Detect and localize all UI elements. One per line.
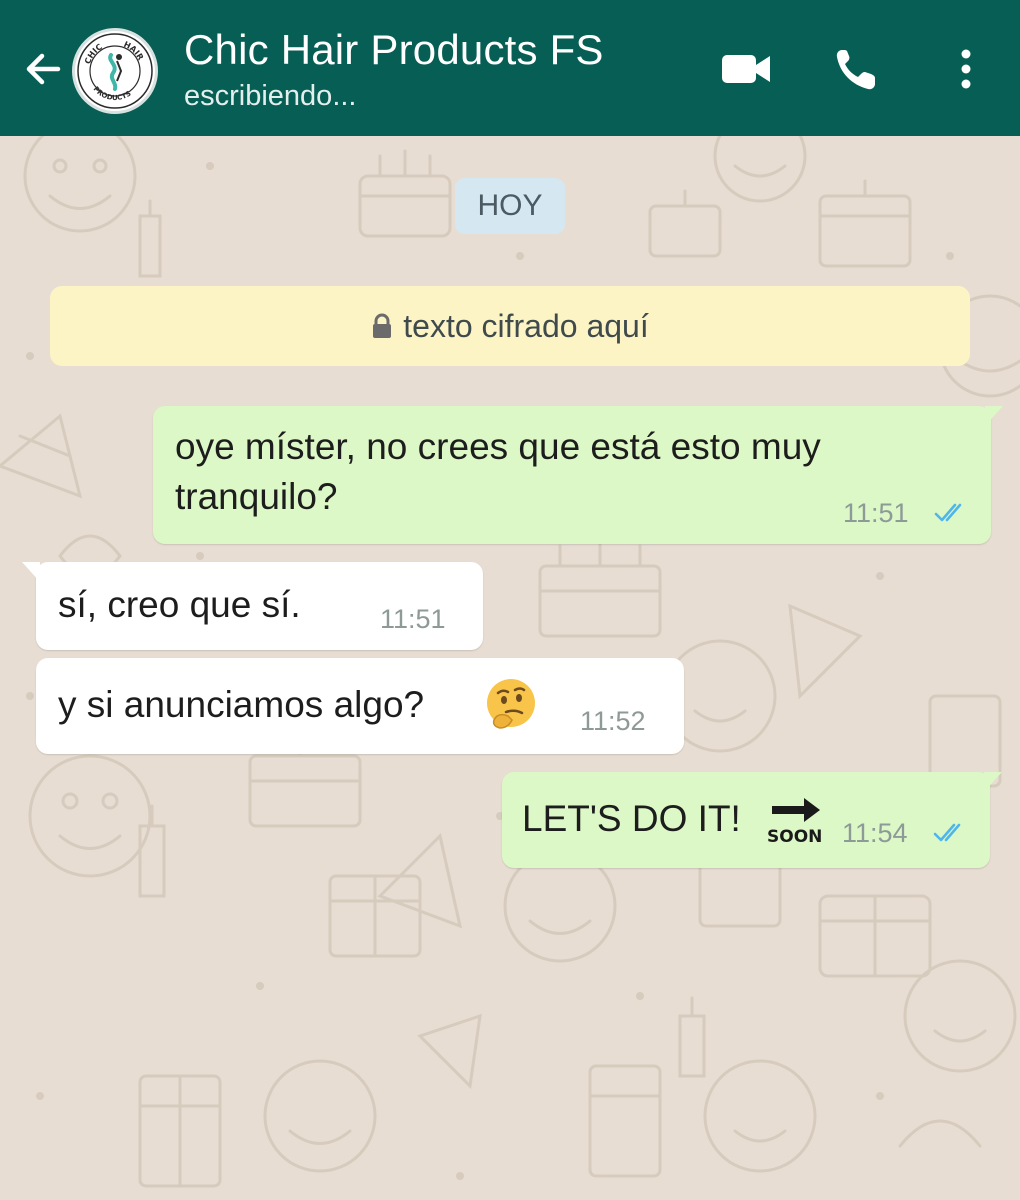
more-options-icon[interactable] (948, 44, 984, 94)
video-call-icon[interactable] (718, 44, 774, 94)
lock-icon (373, 313, 392, 338)
avatar[interactable]: CHIC HAIR PRODUCTS (72, 28, 158, 114)
bubble-tail (985, 406, 1003, 426)
incoming-message[interactable]: y si anunciamos algo? 11:52 (36, 658, 684, 754)
chat-area[interactable]: HOY texto cifrado aquí oye míster, no cr… (0, 136, 1020, 1200)
encryption-notice-text: texto cifrado aquí (403, 308, 649, 344)
thinking-face-icon (487, 679, 535, 729)
message-text-line-2: tranquilo? (175, 476, 338, 517)
date-divider: HOY (455, 178, 565, 234)
message-text: sí, creo que sí. (58, 584, 301, 625)
bubble-tail (22, 562, 40, 582)
message-time: 11:51 (380, 604, 446, 634)
typing-status: escribiendo... (184, 80, 357, 112)
message-time: 11:51 (843, 498, 909, 528)
message-time: 11:54 (842, 818, 908, 848)
incoming-message[interactable]: sí, creo que sí. 11:51 (22, 562, 483, 650)
read-ticks-icon (933, 823, 961, 842)
outgoing-message[interactable]: LET'S DO IT! SOON 11:54 (502, 772, 1002, 868)
bubble-tail (984, 772, 1002, 792)
contact-name[interactable]: Chic Hair Products FS (184, 26, 604, 74)
message-time: 11:52 (580, 706, 646, 736)
message-text: y si anunciamos algo? (58, 684, 425, 725)
voice-call-icon[interactable] (830, 44, 886, 94)
soon-arrow-icon: SOON (767, 798, 822, 846)
brand-logo-icon: CHIC HAIR PRODUCTS (77, 33, 153, 109)
outgoing-message[interactable]: oye míster, no crees que está esto muy t… (153, 406, 1003, 544)
encryption-notice[interactable]: texto cifrado aquí (50, 286, 970, 366)
read-ticks-icon (934, 503, 962, 522)
back-arrow-icon[interactable] (18, 44, 68, 94)
message-text-line-1: oye míster, no crees que está esto muy (175, 426, 821, 467)
chat-header: CHIC HAIR PRODUCTS Chic Hair Products FS… (0, 0, 1020, 136)
soon-label: SOON (767, 827, 822, 846)
message-text: LET'S DO IT! (522, 798, 741, 839)
